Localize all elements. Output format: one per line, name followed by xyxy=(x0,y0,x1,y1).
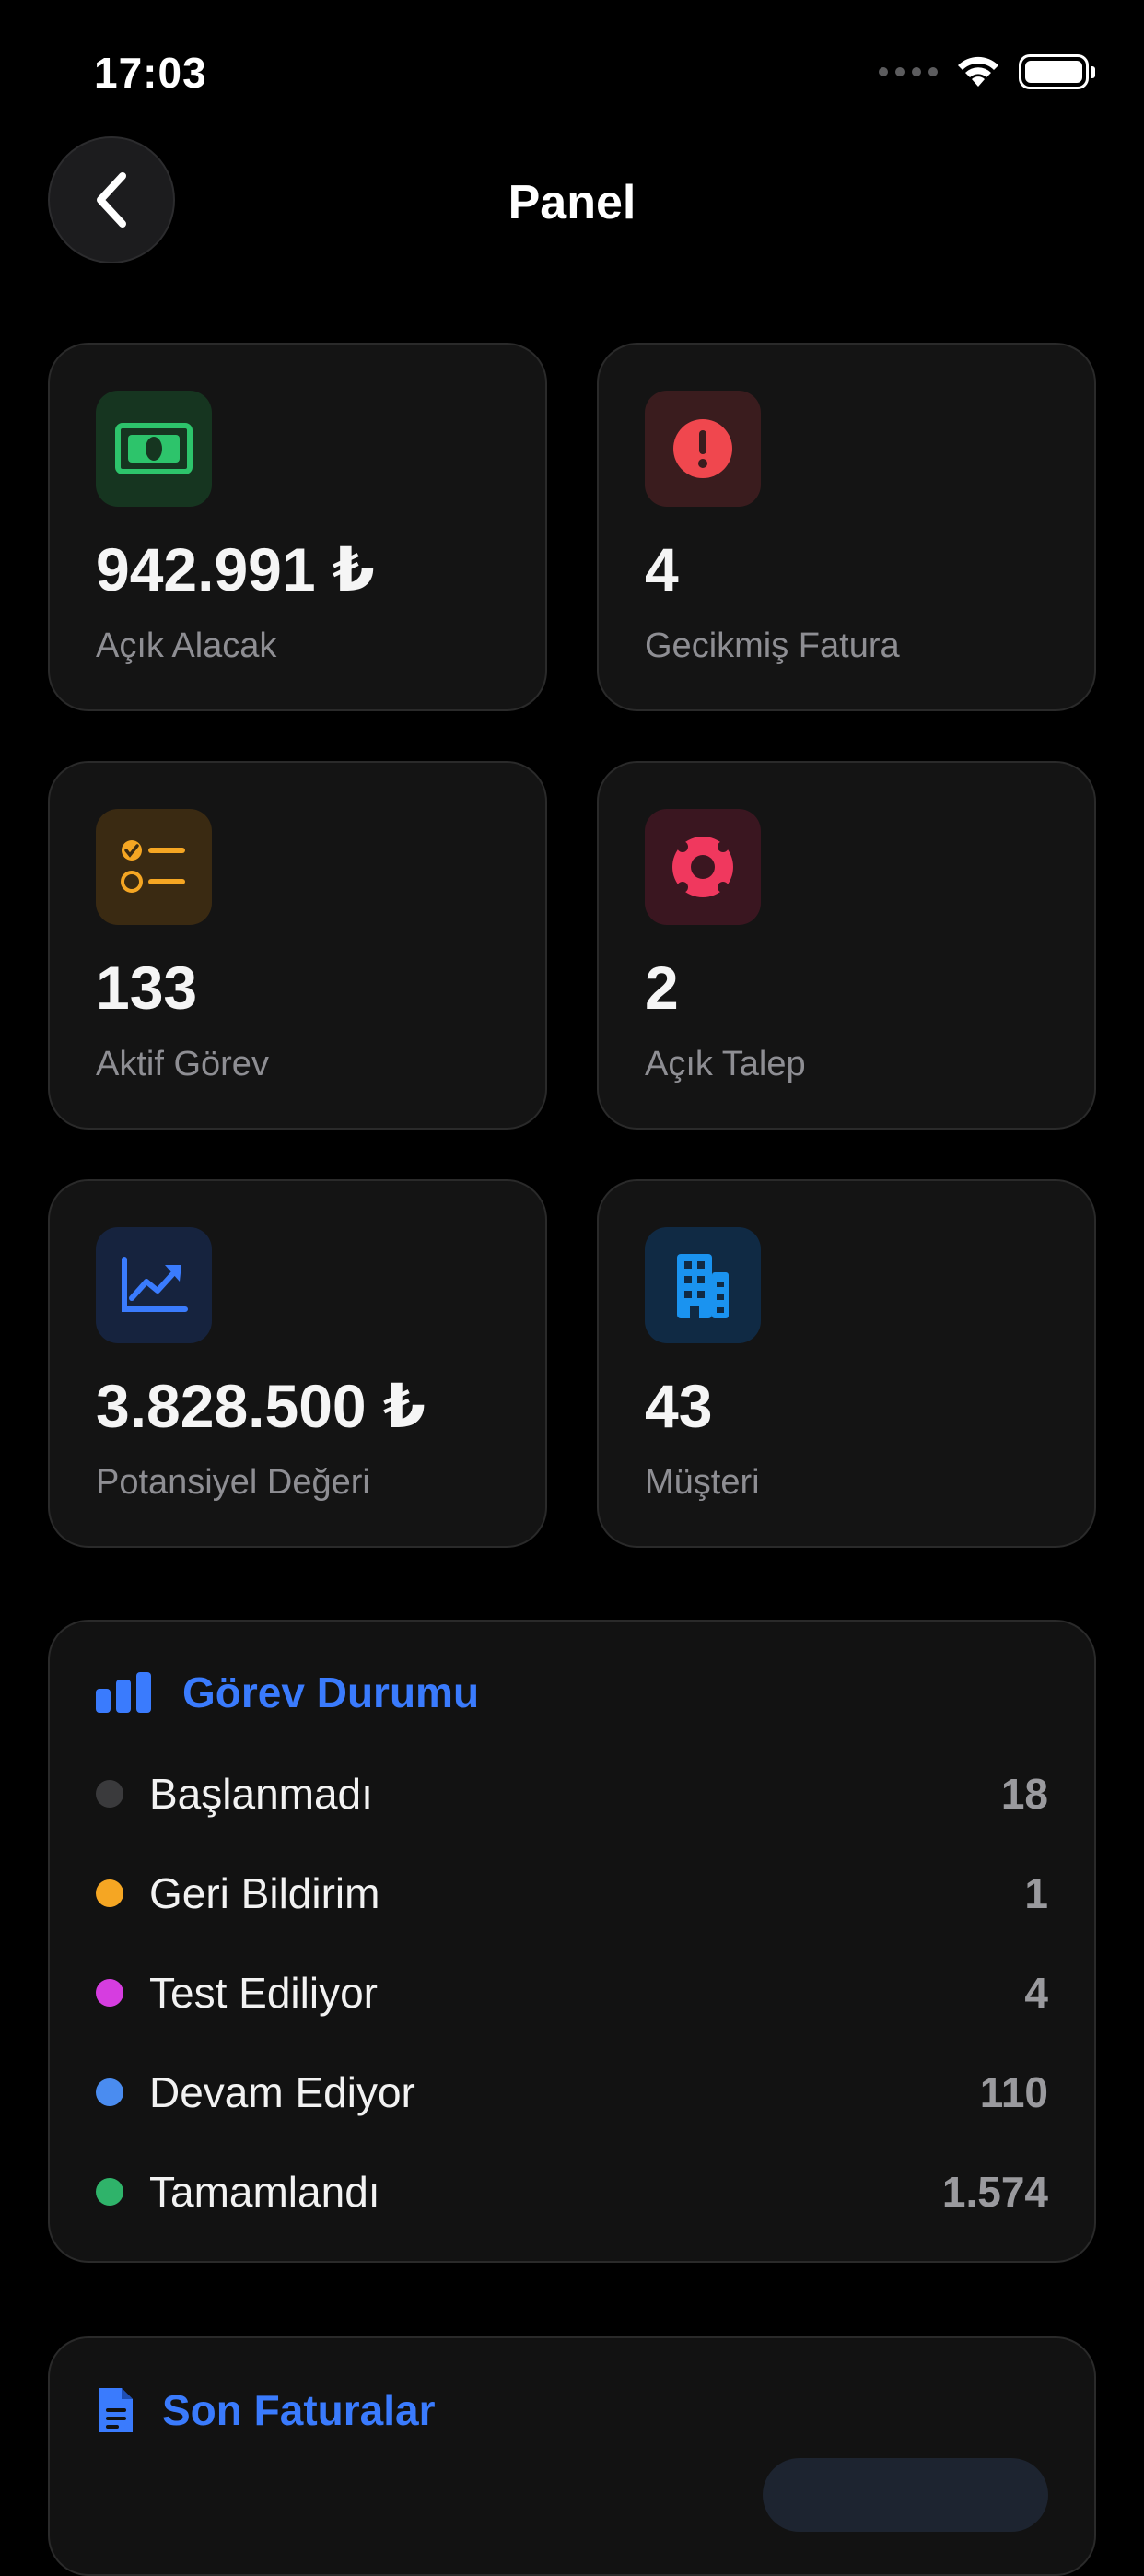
stat-value: 4 xyxy=(645,535,679,603)
stat-card-open-tickets[interactable]: 2 Açık Talep xyxy=(597,761,1096,1130)
status-icons xyxy=(879,53,1095,90)
checklist-icon xyxy=(96,809,212,925)
stat-label: Müşteri xyxy=(645,1463,760,1502)
stat-card-overdue-invoices[interactable]: 4 Gecikmiş Fatura xyxy=(597,343,1096,711)
status-dot xyxy=(96,1879,123,1907)
trend-chart-icon xyxy=(96,1227,212,1343)
page-title: Panel xyxy=(508,176,636,229)
status-bar: 17:03 xyxy=(0,0,1144,138)
recent-invoices-panel: Son Faturalar xyxy=(48,2336,1096,2576)
task-status-row[interactable]: Test Ediliyor 4 xyxy=(96,1965,1048,2020)
wifi-icon xyxy=(958,56,998,87)
status-label: Test Ediliyor xyxy=(149,1969,378,2017)
stat-label: Gecikmiş Fatura xyxy=(645,626,900,665)
status-count: 18 xyxy=(1000,1770,1048,1818)
alert-circle-icon xyxy=(645,391,761,507)
task-status-row[interactable]: Geri Bildirim 1 xyxy=(96,1866,1048,1921)
task-status-row[interactable]: Devam Ediyor 110 xyxy=(96,2065,1048,2120)
panel-header: Son Faturalar xyxy=(96,2384,436,2436)
navigation-bar: Panel xyxy=(0,136,1144,269)
stat-value: 3.828.500 ₺ xyxy=(96,1372,426,1440)
status-label: Başlanmadı xyxy=(149,1770,373,1818)
stat-label: Potansiyel Değeri xyxy=(96,1463,370,1502)
status-count: 110 xyxy=(979,2068,1048,2116)
task-status-panel: Görev Durumu Başlanmadı 18 Geri Bildirim… xyxy=(48,1620,1096,2263)
panel-title: Görev Durumu xyxy=(182,1669,480,1716)
stat-label: Açık Talep xyxy=(645,1045,806,1083)
stat-label: Açık Alacak xyxy=(96,626,277,665)
status-dot xyxy=(96,2078,123,2106)
banknote-icon xyxy=(96,391,212,507)
panel-title: Son Faturalar xyxy=(162,2386,436,2434)
battery-icon xyxy=(1019,54,1095,89)
stat-card-potential-value[interactable]: 3.828.500 ₺ Potansiyel Değeri xyxy=(48,1179,547,1548)
bar-chart-icon xyxy=(96,1672,151,1713)
task-status-row[interactable]: Tamamlandı 1.574 xyxy=(96,2164,1048,2219)
status-label: Geri Bildirim xyxy=(149,1869,380,1917)
building-icon xyxy=(645,1227,761,1343)
status-dot xyxy=(96,1979,123,2007)
status-time: 17:03 xyxy=(94,49,207,97)
status-dot xyxy=(96,2178,123,2206)
stat-value: 43 xyxy=(645,1372,713,1440)
view-all-button[interactable] xyxy=(763,2458,1048,2532)
stat-card-customers[interactable]: 43 Müşteri xyxy=(597,1179,1096,1548)
panel-header: Görev Durumu xyxy=(96,1668,479,1717)
status-count: 1.574 xyxy=(941,2168,1048,2216)
stat-label: Aktif Görev xyxy=(96,1045,269,1083)
stat-value: 2 xyxy=(645,954,679,1022)
stat-card-open-receivables[interactable]: 942.991 ₺ Açık Alacak xyxy=(48,343,547,711)
signal-icon xyxy=(879,67,938,76)
stat-value: 942.991 ₺ xyxy=(96,535,375,603)
stat-value: 133 xyxy=(96,954,198,1022)
task-status-row[interactable]: Başlanmadı 18 xyxy=(96,1766,1048,1821)
status-count: 1 xyxy=(1024,1869,1048,1917)
status-label: Tamamlandı xyxy=(149,2168,380,2216)
lifebuoy-icon xyxy=(645,809,761,925)
status-dot xyxy=(96,1780,123,1808)
status-count: 4 xyxy=(1024,1969,1048,2017)
status-label: Devam Ediyor xyxy=(149,2068,415,2116)
document-icon xyxy=(99,2388,133,2432)
stat-card-active-tasks[interactable]: 133 Aktif Görev xyxy=(48,761,547,1130)
